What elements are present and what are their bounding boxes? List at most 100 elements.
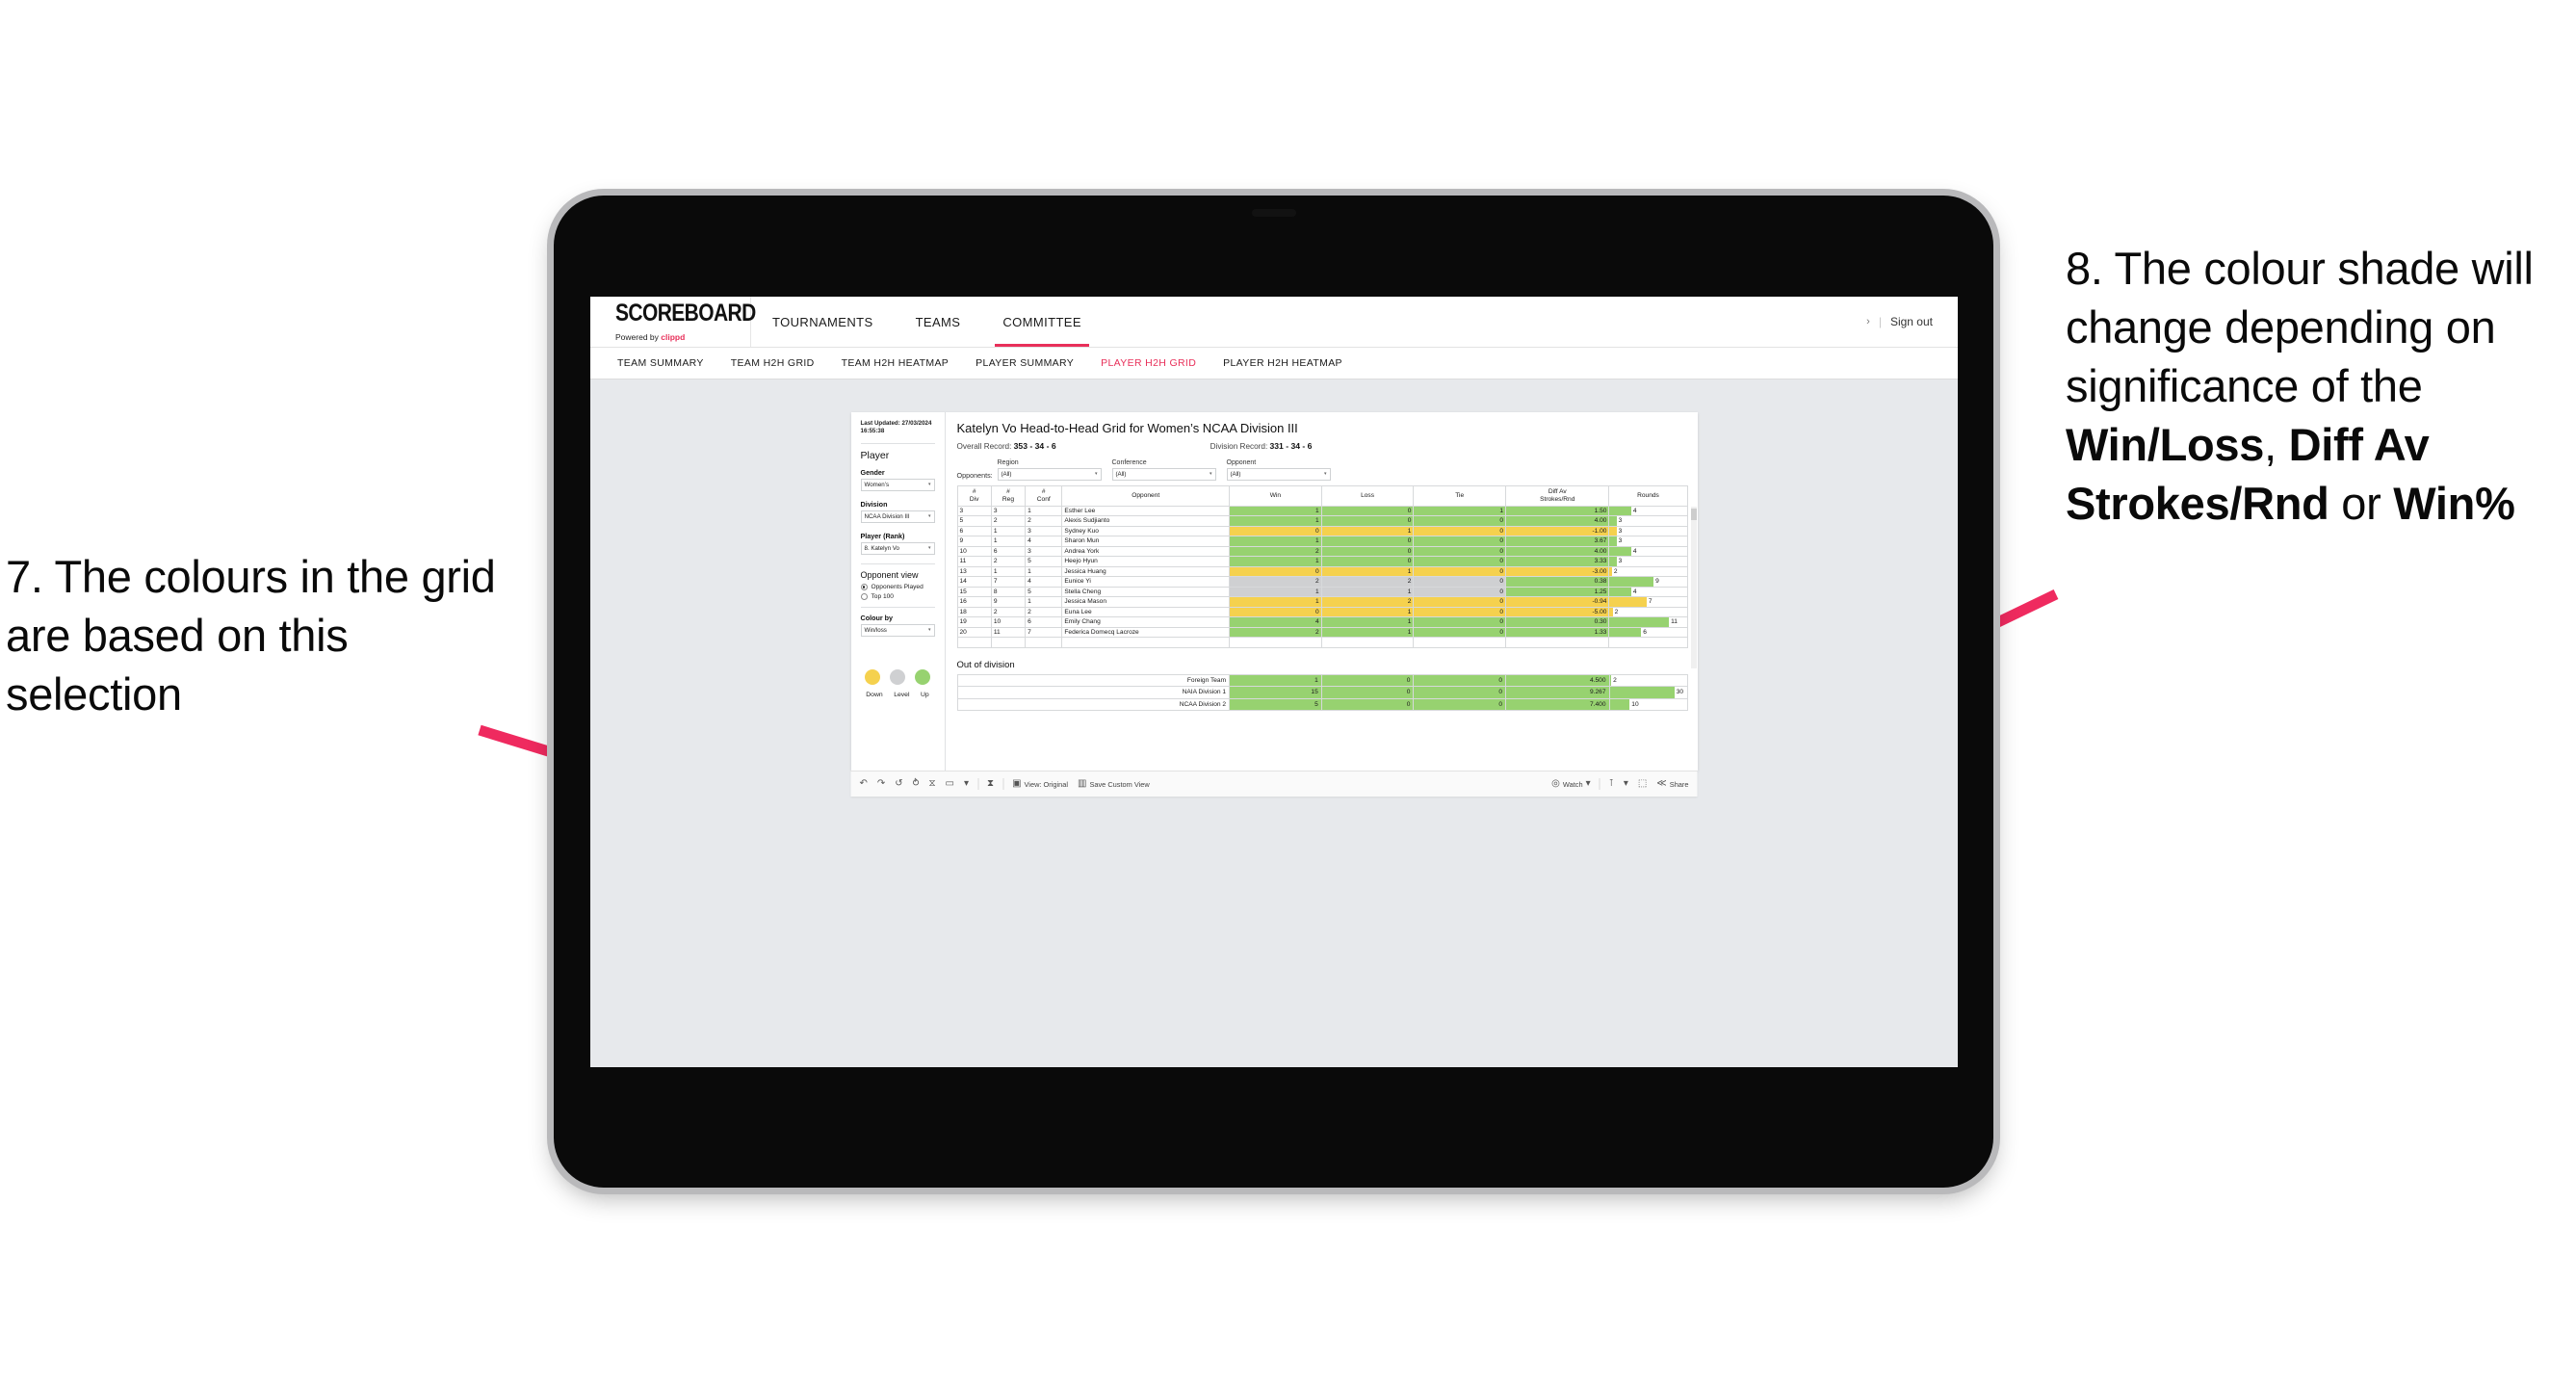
chevron-right-icon[interactable]: › — [1866, 316, 1870, 327]
cell-diff: -1.00 — [1505, 525, 1610, 536]
conference-select[interactable]: (All) ▾ — [1111, 467, 1216, 481]
cell-tie: 0 — [1413, 576, 1507, 588]
opponent-view-heading: Opponent view — [860, 569, 919, 580]
cell-loss: 0 — [1320, 515, 1415, 527]
table-row[interactable]: 9 1 4 Sharon Mun 1 0 0 3.67 3 — [956, 536, 1688, 547]
divider — [860, 442, 935, 444]
cell-opponent: Sydney Kuo — [1061, 525, 1231, 536]
cell-conf: 6 — [1025, 616, 1063, 628]
cell-rounds: 3 — [1608, 525, 1688, 536]
refresh-data-icon[interactable]: ⥁ — [913, 779, 920, 789]
subnav-player-summary[interactable]: PLAYER SUMMARY — [962, 357, 1087, 369]
gender-select[interactable]: Women’s ▾ — [860, 478, 935, 491]
nav-committee[interactable]: COMMITTEE — [981, 297, 1103, 347]
overall-record: Overall Record: 353 - 34 - 6 — [957, 441, 1056, 451]
history-icon[interactable]: ⧗ — [987, 779, 994, 789]
legend-label-level: Level — [894, 691, 910, 698]
brand-logo[interactable]: SCOREBOARD Powered by clippd — [590, 297, 756, 347]
cell-opponent: Jessica Mason — [1061, 596, 1231, 608]
nav-teams[interactable]: TEAMS — [895, 297, 982, 347]
watch-button[interactable]: ◎ Watch ▾ — [1551, 779, 1590, 789]
table-row[interactable]: 6 1 3 Sydney Kuo 0 1 0 -1.00 3 — [956, 525, 1688, 536]
redo-icon[interactable]: ↷ — [877, 779, 885, 789]
scrollbar-thumb[interactable] — [1690, 508, 1697, 520]
chevron-down-icon: ▾ — [927, 545, 931, 552]
radio-top-100[interactable]: Top 100 — [860, 592, 935, 600]
table-row[interactable]: 20 11 7 Federica Domecq Lacroze 2 1 0 1.33 6 — [956, 626, 1688, 638]
cell-conf: 7 — [1025, 626, 1063, 638]
division-select[interactable]: NCAA Division III ▾ — [860, 510, 935, 523]
colour-by-select[interactable]: Win/loss ▾ — [860, 623, 935, 637]
col-opponent: Opponent — [1061, 484, 1231, 507]
table-row[interactable]: Foreign Team 1 0 0 4.500 2 — [956, 673, 1688, 687]
cell-rounds: 4 — [1608, 545, 1688, 557]
cell-win: 2 — [1229, 576, 1322, 588]
region-value: (All) — [1001, 470, 1012, 478]
table-scrollbar[interactable] — [1690, 506, 1697, 668]
cell-reg: 7 — [990, 576, 1027, 588]
download-icon[interactable]: ⊺ — [1609, 779, 1614, 789]
table-row[interactable]: NAIA Division 1 15 0 0 9.267 30 — [956, 686, 1688, 699]
table-row[interactable]: 11 2 5 Heejo Hyun 1 0 0 3.33 3 — [956, 556, 1688, 567]
subnav-team-summary[interactable]: TEAM SUMMARY — [604, 357, 717, 369]
share-button[interactable]: ≪ Share — [1656, 779, 1688, 789]
cell-rounds: 3 — [1608, 556, 1688, 567]
chevron-down-icon[interactable]: ▾ — [964, 779, 969, 789]
cell-conf: 4 — [1025, 536, 1063, 547]
table-row[interactable]: 14 7 4 Eunice Yi 2 2 0 0.38 9 — [956, 576, 1688, 588]
cell-loss: 0 — [1320, 556, 1415, 567]
cell-rounds: 4 — [1608, 586, 1688, 597]
save-custom-view-button[interactable]: ▥ Save Custom View — [1078, 779, 1150, 789]
cell-win: 1 — [1229, 536, 1322, 547]
cell-reg: 1 — [990, 525, 1027, 536]
table-row[interactable]: 19 10 6 Emily Chang 4 1 0 0.30 11 — [956, 616, 1688, 628]
subnav-player-h2h-grid[interactable]: PLAYER H2H GRID — [1087, 357, 1210, 369]
table-row[interactable]: 15 8 5 Stella Cheng 1 1 0 1.25 4 — [956, 586, 1688, 597]
rounds-value: 3 — [1618, 558, 1623, 565]
table-row[interactable]: 18 2 2 Euna Lee 0 1 0 -5.00 2 — [956, 606, 1688, 617]
player-rank-label: Player (Rank) — [860, 531, 905, 540]
cell-loss: 0 — [1320, 505, 1415, 516]
empty-cell — [1413, 637, 1507, 648]
view-original-button[interactable]: ▣ View: Original — [1012, 779, 1068, 789]
subnav-player-h2h-heatmap[interactable]: PLAYER H2H HEATMAP — [1210, 357, 1356, 369]
nav-tournaments[interactable]: TOURNAMENTS — [751, 297, 895, 347]
table-row[interactable]: 10 6 3 Andrea York 2 0 0 4.00 4 — [956, 545, 1688, 557]
table-row[interactable]: 5 2 2 Alexis Sudjianto 1 0 0 4.00 3 — [956, 515, 1688, 527]
radio-icon — [860, 583, 868, 590]
cell-rounds: 2 — [1608, 606, 1688, 617]
opponent-select[interactable]: (All) ▾ — [1226, 467, 1331, 481]
fullscreen-icon[interactable]: ⬚ — [1638, 779, 1647, 789]
player-rank-value: 8. Katelyn Vo — [864, 544, 899, 552]
subnav-team-h2h-grid[interactable]: TEAM H2H GRID — [717, 357, 828, 369]
subnav-team-h2h-heatmap[interactable]: TEAM H2H HEATMAP — [828, 357, 963, 369]
revert-icon[interactable]: ↺ — [895, 779, 902, 789]
player-rank-select[interactable]: 8. Katelyn Vo ▾ — [860, 541, 935, 555]
undo-icon[interactable]: ↶ — [860, 779, 868, 789]
region-select[interactable]: (All) ▾ — [997, 467, 1102, 481]
cell-win: 5 — [1229, 697, 1322, 711]
cell-loss: 1 — [1320, 525, 1415, 536]
annotation-emphasis: Win% — [2393, 478, 2515, 530]
table-row[interactable]: 16 9 1 Jessica Mason 1 2 0 -0.94 7 — [956, 596, 1688, 608]
table-row[interactable]: 3 3 1 Esther Lee 1 0 1 1.50 4 — [956, 505, 1688, 516]
cell-win: 0 — [1229, 606, 1322, 617]
cell-tie: 0 — [1413, 545, 1507, 557]
cell-opponent: Heejo Hyun — [1061, 556, 1231, 567]
cell-diff: 7.400 — [1505, 697, 1610, 711]
primary-nav: TOURNAMENTS TEAMS COMMITTEE — [751, 297, 1103, 347]
device-layout-icon[interactable]: ▭ — [946, 779, 954, 789]
cell-tie: 0 — [1413, 626, 1507, 638]
table-row[interactable]: 13 1 1 Jessica Huang 0 1 0 -3.00 2 — [956, 565, 1688, 577]
rounds-value: 7 — [1648, 598, 1652, 606]
cell-conf: 1 — [1025, 505, 1063, 516]
chevron-down-icon[interactable]: ▾ — [1624, 779, 1628, 789]
overall-record-value: 353 - 34 - 6 — [1013, 441, 1056, 451]
empty-cell — [990, 637, 1027, 648]
radio-opponents-played[interactable]: Opponents Played — [860, 583, 935, 590]
sign-out-link[interactable]: Sign out — [1890, 315, 1933, 328]
rounds-bar — [1609, 698, 1630, 710]
out-of-division-heading: Out of division — [956, 659, 1015, 670]
pause-updates-icon[interactable]: ⧖ — [929, 779, 936, 789]
table-row[interactable]: NCAA Division 2 5 0 0 7.400 10 — [956, 697, 1688, 711]
